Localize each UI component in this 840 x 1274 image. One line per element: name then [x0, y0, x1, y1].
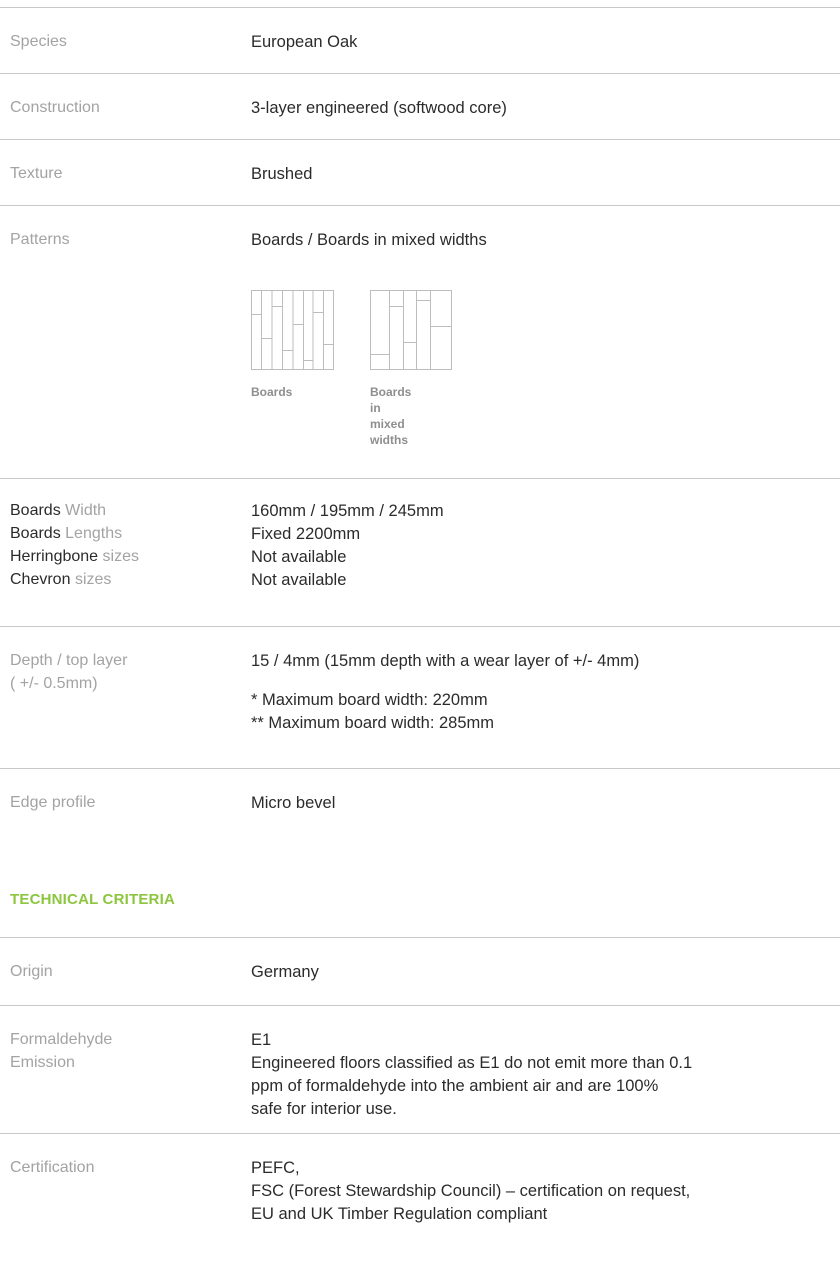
label-muted: sizes [74, 571, 112, 588]
label-strong: Chevron [10, 571, 71, 588]
patterns-label: Patterns [10, 231, 70, 248]
certification-label: Certification [10, 1159, 95, 1176]
boards-width-value: 160mm / 195mm / 245mm [251, 502, 444, 520]
formaldehyde-value: E1 [251, 1031, 272, 1049]
herringbone-sizes-value: Not available [251, 548, 347, 566]
divider [0, 1133, 840, 1134]
pattern-boards-thumbnail[interactable] [251, 290, 334, 370]
construction-value: 3-layer engineered (softwood core) [251, 99, 507, 117]
pattern-caption: widths [370, 433, 408, 447]
pattern-caption: Boards [251, 385, 293, 399]
pattern-caption: Boards [370, 385, 412, 399]
boards-pattern-icon [251, 290, 334, 370]
edge-profile-value: Micro bevel [251, 794, 336, 812]
label-strong: Boards [10, 502, 61, 519]
divider [0, 478, 840, 479]
boards-lengths-value: Fixed 2200mm [251, 525, 361, 543]
divider [0, 768, 840, 769]
construction-label: Construction [10, 99, 100, 116]
label-muted: Width [65, 502, 107, 519]
certification-value: FSC (Forest Stewardship Council) – certi… [251, 1182, 691, 1200]
herringbone-sizes-label: Herringbone sizes [10, 545, 139, 569]
depth-value: 15 / 4mm (15mm depth with a wear layer o… [251, 652, 640, 670]
chevron-sizes-label: Chevron sizes [10, 568, 111, 592]
formaldehyde-description: Engineered floors classified as E1 do no… [251, 1054, 693, 1072]
depth-label: Depth / top layer [10, 652, 128, 669]
divider [0, 73, 840, 74]
divider [0, 205, 840, 206]
pattern-caption: in [370, 401, 381, 415]
pattern-caption: mixed [370, 417, 405, 431]
texture-value: Brushed [251, 165, 313, 183]
label-muted: Lengths [65, 525, 123, 542]
formaldehyde-label: Formaldehyde [10, 1031, 113, 1048]
divider [0, 139, 840, 140]
edge-profile-label: Edge profile [10, 794, 96, 811]
species-label: Species [10, 33, 67, 50]
certification-value: EU and UK Timber Regulation compliant [251, 1205, 548, 1223]
label-strong: Boards [10, 525, 61, 542]
texture-label: Texture [10, 165, 63, 182]
label-strong: Herringbone [10, 548, 99, 565]
patterns-value: Boards / Boards in mixed widths [251, 231, 487, 249]
divider [0, 7, 840, 8]
species-value: European Oak [251, 33, 358, 51]
divider [0, 626, 840, 627]
formaldehyde-description: safe for interior use. [251, 1100, 397, 1118]
label-muted: sizes [102, 548, 139, 565]
depth-note: * Maximum board width: 220mm [251, 691, 488, 709]
boards-width-label: Boards Width [10, 499, 106, 523]
formaldehyde-label-line2: Emission [10, 1054, 75, 1071]
pattern-mixed-widths-thumbnail[interactable] [370, 290, 452, 370]
origin-value: Germany [251, 963, 319, 981]
formaldehyde-description: ppm of formaldehyde into the ambient air… [251, 1077, 659, 1095]
chevron-sizes-value: Not available [251, 571, 347, 589]
certification-value: PEFC, [251, 1159, 300, 1177]
mixed-widths-pattern-icon [370, 290, 452, 370]
depth-label-tolerance: ( +/- 0.5mm) [10, 675, 98, 692]
divider [0, 1005, 840, 1006]
boards-lengths-label: Boards Lengths [10, 522, 122, 546]
origin-label: Origin [10, 963, 53, 980]
divider [0, 937, 840, 938]
section-title-technical-criteria: TECHNICAL CRITERIA [10, 891, 175, 908]
depth-note: ** Maximum board width: 285mm [251, 714, 495, 732]
